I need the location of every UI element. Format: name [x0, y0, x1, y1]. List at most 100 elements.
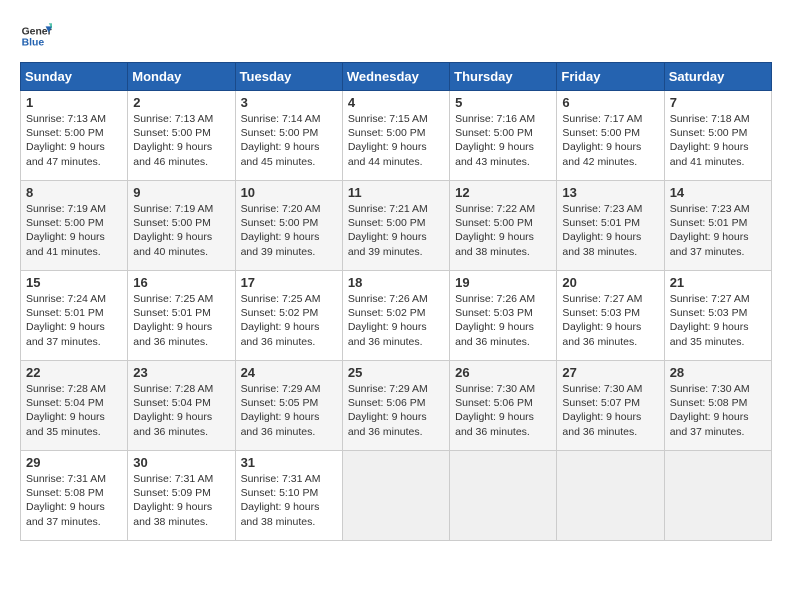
calendar-table: SundayMondayTuesdayWednesdayThursdayFrid…: [20, 62, 772, 541]
calendar-cell: 14Sunrise: 7:23 AMSunset: 5:01 PMDayligh…: [664, 181, 771, 271]
calendar-cell: 17Sunrise: 7:25 AMSunset: 5:02 PMDayligh…: [235, 271, 342, 361]
calendar-cell: 3 Sunrise: 7:14 AMSunset: 5:00 PMDaylight…: [235, 91, 342, 181]
calendar-cell: 19Sunrise: 7:26 AMSunset: 5:03 PMDayligh…: [450, 271, 557, 361]
day-info: Sunrise: 7:21 AMSunset: 5:00 PMDaylight:…: [348, 202, 444, 259]
day-info: Sunrise: 7:20 AMSunset: 5:00 PMDaylight:…: [241, 202, 337, 259]
calendar-week-1: 1 Sunrise: 7:13 AMSunset: 5:00 PMDaylight…: [21, 91, 772, 181]
day-number: 20: [562, 275, 658, 290]
day-number: 16: [133, 275, 229, 290]
day-number: 12: [455, 185, 551, 200]
day-info: Sunrise: 7:16 AMSunset: 5:00 PMDaylight:…: [455, 112, 551, 169]
day-number: 1: [26, 95, 122, 110]
day-number: 15: [26, 275, 122, 290]
day-number: 25: [348, 365, 444, 380]
day-number: 28: [670, 365, 766, 380]
calendar-cell: 18 Sunrise: 7:26 AMSunset: 5:02 PMDayligh…: [342, 271, 449, 361]
header-thursday: Thursday: [450, 63, 557, 91]
day-info: Sunrise: 7:28 AMSunset: 5:04 PMDaylight:…: [26, 382, 122, 439]
calendar-cell: 12 Sunrise: 7:22 AMSunset: 5:00 PMDayligh…: [450, 181, 557, 271]
header-monday: Monday: [128, 63, 235, 91]
calendar-cell: [342, 451, 449, 541]
day-number: 26: [455, 365, 551, 380]
calendar-week-5: 29 Sunrise: 7:31 AMSunset: 5:08 PMDayligh…: [21, 451, 772, 541]
calendar-cell: 7 Sunrise: 7:18 AMSunset: 5:00 PMDaylight…: [664, 91, 771, 181]
calendar-cell: 8 Sunrise: 7:19 AMSunset: 5:00 PMDaylight…: [21, 181, 128, 271]
day-info: Sunrise: 7:18 AMSunset: 5:00 PMDaylight:…: [670, 112, 766, 169]
calendar-week-4: 22 Sunrise: 7:28 AMSunset: 5:04 PMDayligh…: [21, 361, 772, 451]
day-info: Sunrise: 7:28 AMSunset: 5:04 PMDaylight:…: [133, 382, 229, 439]
day-number: 23: [133, 365, 229, 380]
day-number: 14: [670, 185, 766, 200]
calendar-header-row: SundayMondayTuesdayWednesdayThursdayFrid…: [21, 63, 772, 91]
header-saturday: Saturday: [664, 63, 771, 91]
day-info: Sunrise: 7:15 AMSunset: 5:00 PMDaylight:…: [348, 112, 444, 169]
calendar-week-3: 15 Sunrise: 7:24 AMSunset: 5:01 PMDayligh…: [21, 271, 772, 361]
calendar-cell: [664, 451, 771, 541]
day-info: Sunrise: 7:30 AMSunset: 5:08 PMDaylight:…: [670, 382, 766, 439]
day-number: 2: [133, 95, 229, 110]
day-info: Sunrise: 7:26 AMSunset: 5:02 PMDaylight:…: [348, 292, 444, 349]
day-number: 31: [241, 455, 337, 470]
day-info: Sunrise: 7:26 AMSunset: 5:03 PMDaylight:…: [455, 292, 551, 349]
calendar-cell: 26 Sunrise: 7:30 AMSunset: 5:06 PMDayligh…: [450, 361, 557, 451]
svg-text:Blue: Blue: [22, 38, 45, 49]
calendar-cell: 16 Sunrise: 7:25 AMSunset: 5:01 PMDayligh…: [128, 271, 235, 361]
day-number: 27: [562, 365, 658, 380]
calendar-week-2: 8 Sunrise: 7:19 AMSunset: 5:00 PMDaylight…: [21, 181, 772, 271]
calendar-cell: 21 Sunrise: 7:27 AMSunset: 5:03 PMDayligh…: [664, 271, 771, 361]
calendar-cell: 10Sunrise: 7:20 AMSunset: 5:00 PMDayligh…: [235, 181, 342, 271]
header-friday: Friday: [557, 63, 664, 91]
calendar-cell: 11 Sunrise: 7:21 AMSunset: 5:00 PMDayligh…: [342, 181, 449, 271]
calendar-cell: 30 Sunrise: 7:31 AMSunset: 5:09 PMDayligh…: [128, 451, 235, 541]
day-number: 17: [241, 275, 337, 290]
calendar-cell: 1Sunrise: 7:13 AMSunset: 5:00 PMDaylight…: [21, 91, 128, 181]
calendar-cell: 9 Sunrise: 7:19 AMSunset: 5:00 PMDaylight…: [128, 181, 235, 271]
day-info: Sunrise: 7:13 AMSunset: 5:00 PMDaylight:…: [133, 112, 229, 169]
calendar-cell: 6 Sunrise: 7:17 AMSunset: 5:00 PMDaylight…: [557, 91, 664, 181]
calendar-cell: 23 Sunrise: 7:28 AMSunset: 5:04 PMDayligh…: [128, 361, 235, 451]
day-info: Sunrise: 7:29 AMSunset: 5:06 PMDaylight:…: [348, 382, 444, 439]
day-info: Sunrise: 7:22 AMSunset: 5:00 PMDaylight:…: [455, 202, 551, 259]
day-info: Sunrise: 7:30 AMSunset: 5:07 PMDaylight:…: [562, 382, 658, 439]
day-number: 29: [26, 455, 122, 470]
page-header: General Blue: [20, 20, 772, 52]
calendar-cell: 20Sunrise: 7:27 AMSunset: 5:03 PMDayligh…: [557, 271, 664, 361]
calendar-cell: 5 Sunrise: 7:16 AMSunset: 5:00 PMDaylight…: [450, 91, 557, 181]
calendar-cell: 2 Sunrise: 7:13 AMSunset: 5:00 PMDaylight…: [128, 91, 235, 181]
calendar-cell: [450, 451, 557, 541]
day-info: Sunrise: 7:23 AMSunset: 5:01 PMDaylight:…: [562, 202, 658, 259]
day-number: 13: [562, 185, 658, 200]
day-info: Sunrise: 7:27 AMSunset: 5:03 PMDaylight:…: [670, 292, 766, 349]
day-number: 3: [241, 95, 337, 110]
day-info: Sunrise: 7:17 AMSunset: 5:00 PMDaylight:…: [562, 112, 658, 169]
day-number: 24: [241, 365, 337, 380]
day-info: Sunrise: 7:30 AMSunset: 5:06 PMDaylight:…: [455, 382, 551, 439]
day-info: Sunrise: 7:24 AMSunset: 5:01 PMDaylight:…: [26, 292, 122, 349]
day-info: Sunrise: 7:14 AMSunset: 5:00 PMDaylight:…: [241, 112, 337, 169]
day-number: 11: [348, 185, 444, 200]
day-info: Sunrise: 7:25 AMSunset: 5:01 PMDaylight:…: [133, 292, 229, 349]
calendar-cell: 22 Sunrise: 7:28 AMSunset: 5:04 PMDayligh…: [21, 361, 128, 451]
calendar-cell: [557, 451, 664, 541]
day-info: Sunrise: 7:19 AMSunset: 5:00 PMDaylight:…: [26, 202, 122, 259]
day-number: 21: [670, 275, 766, 290]
logo: General Blue: [20, 20, 52, 52]
calendar-cell: 29 Sunrise: 7:31 AMSunset: 5:08 PMDayligh…: [21, 451, 128, 541]
day-info: Sunrise: 7:19 AMSunset: 5:00 PMDaylight:…: [133, 202, 229, 259]
header-wednesday: Wednesday: [342, 63, 449, 91]
day-number: 5: [455, 95, 551, 110]
day-info: Sunrise: 7:31 AMSunset: 5:09 PMDaylight:…: [133, 472, 229, 529]
day-number: 7: [670, 95, 766, 110]
calendar-cell: 31 Sunrise: 7:31 AMSunset: 5:10 PMDayligh…: [235, 451, 342, 541]
day-number: 6: [562, 95, 658, 110]
day-number: 9: [133, 185, 229, 200]
day-number: 18: [348, 275, 444, 290]
day-number: 30: [133, 455, 229, 470]
calendar-cell: 25 Sunrise: 7:29 AMSunset: 5:06 PMDayligh…: [342, 361, 449, 451]
day-info: Sunrise: 7:31 AMSunset: 5:08 PMDaylight:…: [26, 472, 122, 529]
day-info: Sunrise: 7:31 AMSunset: 5:10 PMDaylight:…: [241, 472, 337, 529]
day-number: 8: [26, 185, 122, 200]
calendar-cell: 15 Sunrise: 7:24 AMSunset: 5:01 PMDayligh…: [21, 271, 128, 361]
day-number: 22: [26, 365, 122, 380]
day-info: Sunrise: 7:29 AMSunset: 5:05 PMDaylight:…: [241, 382, 337, 439]
